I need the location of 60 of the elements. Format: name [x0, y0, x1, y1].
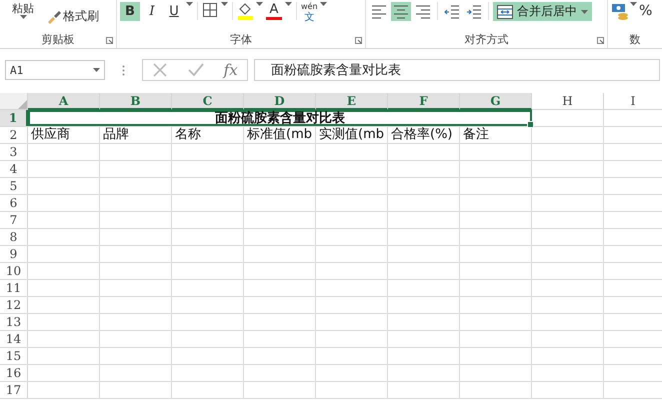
- italic-button[interactable]: I: [142, 2, 162, 21]
- table-cell: 备注: [460, 127, 532, 143]
- table-cell: 标准值(mb: [244, 127, 316, 143]
- name-box[interactable]: A1: [5, 60, 105, 80]
- indent-decrease-icon[interactable]: [444, 2, 460, 20]
- caret-icon[interactable]: [581, 10, 588, 14]
- column-header[interactable]: E: [316, 93, 388, 110]
- table-cell: 品牌: [100, 127, 172, 143]
- drag-handle-icon: [122, 64, 125, 76]
- money-icon[interactable]: [611, 2, 628, 20]
- column-header[interactable]: H: [532, 93, 604, 110]
- table-cell: 实测值(mb: [316, 127, 388, 143]
- sheet-title: 面粉硫胺素含量对比表: [28, 110, 532, 126]
- caret-icon[interactable]: [186, 2, 193, 6]
- indent-increase-icon[interactable]: [466, 2, 482, 20]
- corner-triangle-icon: [18, 100, 27, 109]
- caret-icon[interactable]: [221, 2, 228, 6]
- merge-center-button[interactable]: 合并后居中: [493, 2, 592, 21]
- caret-icon[interactable]: [93, 68, 100, 72]
- group-label: 剪贴板: [42, 33, 74, 48]
- underline-button[interactable]: U: [164, 2, 184, 21]
- bold-button[interactable]: B: [120, 2, 140, 21]
- row-header[interactable]: 1: [0, 110, 28, 126]
- column-header[interactable]: D: [244, 93, 316, 110]
- formula-field[interactable]: 面粉硫胺素含量对比表: [254, 59, 660, 81]
- format-painter-button[interactable]: 格式刷: [45, 8, 101, 25]
- borders-icon[interactable]: [202, 2, 219, 20]
- merge-cells-icon: [497, 4, 513, 18]
- column-header[interactable]: A: [28, 93, 100, 110]
- paste-button[interactable]: 粘贴: [12, 2, 34, 15]
- fill-handle[interactable]: [527, 121, 534, 128]
- caret-icon[interactable]: [630, 2, 637, 6]
- column-header[interactable]: F: [388, 93, 460, 110]
- column-header[interactable]: C: [172, 93, 244, 110]
- phonetic-button[interactable]: wén 文: [301, 2, 318, 23]
- group-label: 对齐方式: [464, 33, 508, 48]
- caret-icon[interactable]: [20, 15, 26, 19]
- brush-icon: [47, 10, 61, 24]
- table-cell: 合格率(%): [388, 127, 460, 143]
- column-header[interactable]: G: [460, 93, 532, 110]
- dialog-launcher-icon[interactable]: [106, 37, 113, 44]
- percent-button[interactable]: %: [639, 2, 652, 21]
- check-icon[interactable]: [186, 62, 205, 78]
- group-label: 数: [630, 33, 640, 48]
- caret-icon[interactable]: [285, 2, 292, 6]
- insert-function-button[interactable]: fx: [224, 61, 238, 79]
- dialog-launcher-icon[interactable]: [355, 37, 362, 44]
- column-header[interactable]: I: [604, 93, 662, 110]
- align-left-icon[interactable]: [371, 2, 387, 20]
- column-header[interactable]: B: [100, 93, 172, 110]
- table-cell: 供应商: [28, 127, 100, 143]
- caret-icon[interactable]: [320, 2, 327, 6]
- group-label: 字体: [230, 33, 252, 48]
- font-color-button[interactable]: A: [265, 2, 283, 21]
- paint-bucket-icon[interactable]: [237, 2, 254, 20]
- dialog-launcher-icon[interactable]: [597, 37, 604, 44]
- align-right-icon[interactable]: [415, 2, 431, 20]
- table-cell: 名称: [172, 127, 244, 143]
- align-center-icon[interactable]: [393, 2, 409, 20]
- caret-icon[interactable]: [256, 2, 263, 6]
